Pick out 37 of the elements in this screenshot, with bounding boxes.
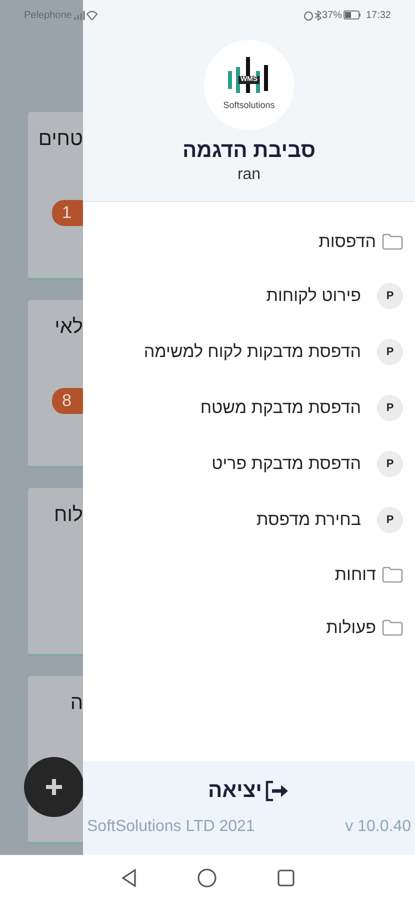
p-badge: P [377, 451, 403, 477]
folder-icon [382, 619, 403, 636]
card-title: ה [70, 691, 83, 716]
p-badge: P [377, 283, 403, 309]
version-label: v 10.0.40 [345, 816, 411, 836]
folder-icon [382, 566, 403, 583]
card-title: לוח [54, 503, 83, 528]
p-badge: P [377, 395, 403, 421]
back-icon[interactable] [120, 868, 136, 886]
carrier-name: Pelephone [24, 8, 72, 22]
count-badge: 1 [52, 200, 83, 226]
clock-time: 17:32 [366, 8, 391, 22]
company-credit: SoftSolutions LTD 2021 [87, 816, 255, 836]
card-title: לאי [54, 315, 83, 340]
signal-icon [72, 10, 86, 20]
menu-folder[interactable]: דוחות [83, 548, 415, 601]
home-icon[interactable] [196, 868, 216, 888]
card-title: טחים [38, 127, 83, 152]
exit-button[interactable]: יציאה [208, 775, 290, 806]
recents-icon[interactable] [276, 868, 294, 886]
battery-icon [342, 10, 362, 20]
plus-icon [44, 777, 64, 797]
app-card[interactable]: לוח [28, 488, 83, 656]
menu-folder[interactable]: פעולות [83, 601, 415, 654]
menu-folder[interactable]: הדפסות [83, 215, 415, 268]
user-name: ran [237, 165, 261, 186]
wifi-icon [86, 10, 98, 20]
environment-title: סביבת הדגמה [182, 138, 316, 164]
folder-icon [382, 233, 403, 250]
p-badge: P [377, 339, 403, 365]
logo-caption: Softsolutions [223, 99, 275, 112]
count-badge: 8 [52, 388, 83, 414]
bluetooth-icon [314, 10, 322, 20]
p-badge: P [377, 507, 403, 533]
battery-percent: 37% [322, 8, 342, 22]
logout-icon [264, 778, 290, 803]
alarm-icon [302, 10, 314, 20]
